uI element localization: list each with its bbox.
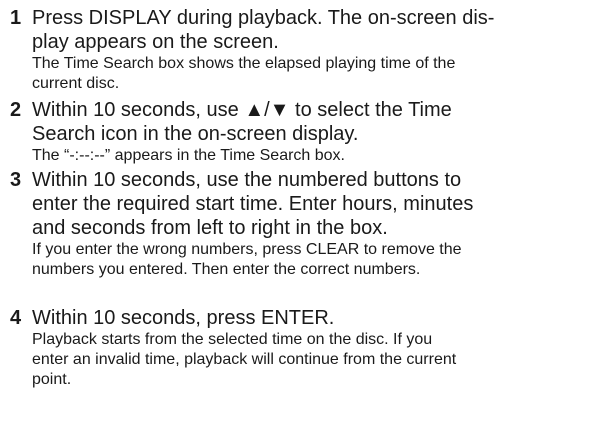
step-instruction: Within 10 seconds, use the numbered butt… (32, 169, 474, 239)
step-note: If you enter the wrong numbers, press CL… (32, 241, 462, 278)
step-instruction: Within 10 seconds, use ▲/▼ to select the… (32, 99, 452, 145)
step-4: 4 Within 10 seconds, press ENTER. Playba… (10, 306, 606, 390)
step-number: 2 (10, 99, 22, 121)
step-instruction: Within 10 seconds, press ENTER. (32, 307, 335, 329)
step-note: The “-:--:--” appears in the Time Search… (32, 147, 345, 164)
step-3: 3 Within 10 seconds, use the numbered bu… (10, 168, 606, 280)
instruction-page: 1 Press DISPLAY during playback. The on-… (0, 0, 610, 435)
step-note: Playback starts from the selected time o… (32, 331, 457, 388)
step-number: 4 (10, 307, 22, 329)
step-number: 1 (10, 7, 22, 29)
step-1: 1 Press DISPLAY during playback. The on-… (10, 6, 606, 94)
step-number: 3 (10, 169, 22, 191)
step-note: The Time Search box shows the elapsed pl… (32, 55, 456, 92)
step-instruction: Press DISPLAY during playback. The on-sc… (32, 7, 495, 53)
step-2: 2 Within 10 seconds, use ▲/▼ to select t… (10, 98, 606, 166)
